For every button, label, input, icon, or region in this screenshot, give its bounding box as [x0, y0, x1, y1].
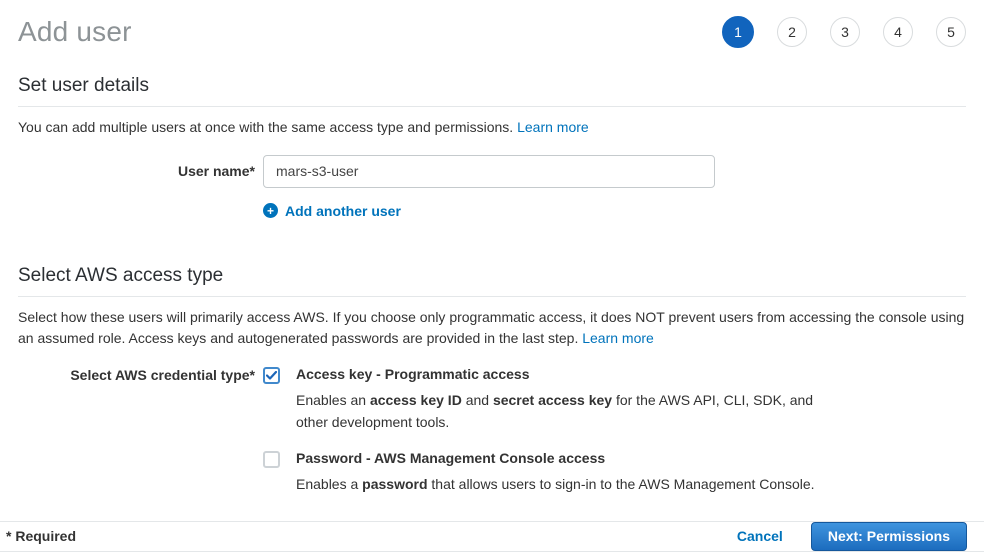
password-desc-part: that allows users to sign-in to the AWS … [428, 476, 815, 492]
access-type-heading: Select AWS access type [18, 265, 966, 297]
plus-circle-icon: + [263, 203, 278, 218]
page-content: Set user details You can add multiple us… [0, 49, 984, 495]
page-footer: * Required Cancel Next: Permissions [0, 521, 984, 552]
option-password: Password - AWS Management Console access… [263, 450, 836, 495]
cancel-button[interactable]: Cancel [737, 528, 783, 544]
step-5-number: 5 [947, 24, 955, 40]
access-key-checkbox[interactable] [263, 367, 280, 384]
page-title: Add user [18, 16, 132, 48]
access-key-desc-part: and [462, 392, 493, 408]
step-5: 5 [936, 17, 966, 47]
step-2: 2 [777, 17, 807, 47]
credential-type-label: Select AWS credential type* [18, 366, 263, 383]
step-2-number: 2 [788, 24, 796, 40]
user-details-intro-text: You can add multiple users at once with … [18, 119, 513, 135]
step-1: 1 [722, 16, 754, 48]
credential-type-row: Select AWS credential type* Access key -… [18, 366, 966, 495]
username-label: User name* [18, 155, 263, 179]
option-access-key: Access key - Programmatic access Enables… [263, 366, 836, 433]
password-description: Enables a password that allows users to … [296, 473, 815, 495]
password-desc-part: Enables a [296, 476, 362, 492]
add-user-page: Add user 1 2 3 4 5 Set user details You … [0, 0, 984, 556]
access-key-desc-bold: access key ID [370, 392, 462, 408]
page-header: Add user 1 2 3 4 5 [0, 0, 984, 49]
access-key-desc-part: Enables an [296, 392, 370, 408]
password-option-body: Password - AWS Management Console access… [296, 450, 815, 495]
step-3: 3 [830, 17, 860, 47]
credential-options: Access key - Programmatic access Enables… [263, 366, 836, 495]
access-key-description: Enables an access key ID and secret acce… [296, 389, 836, 433]
access-type-learn-more-link[interactable]: Learn more [582, 330, 654, 346]
password-desc-bold: password [362, 476, 427, 492]
step-4: 4 [883, 17, 913, 47]
step-4-number: 4 [894, 24, 902, 40]
next-permissions-button[interactable]: Next: Permissions [811, 522, 967, 551]
access-type-intro-text: Select how these users will primarily ac… [18, 309, 964, 346]
user-details-learn-more-link[interactable]: Learn more [517, 119, 589, 135]
step-indicator: 1 2 3 4 5 [722, 16, 966, 48]
step-1-number: 1 [734, 24, 742, 40]
section-user-details: Set user details You can add multiple us… [18, 75, 966, 219]
add-another-user-button[interactable]: + Add another user [263, 203, 401, 219]
access-key-title: Access key - Programmatic access [296, 366, 836, 383]
user-details-intro: You can add multiple users at once with … [18, 117, 966, 138]
access-type-intro: Select how these users will primarily ac… [18, 307, 966, 349]
footer-strip [0, 552, 984, 556]
required-note: * Required [6, 528, 76, 544]
section-access-type: Select AWS access type Select how these … [18, 265, 966, 495]
access-key-option-body: Access key - Programmatic access Enables… [296, 366, 836, 433]
password-title: Password - AWS Management Console access [296, 450, 815, 467]
add-another-user-label: Add another user [285, 203, 401, 219]
username-input[interactable] [263, 155, 715, 188]
password-checkbox[interactable] [263, 451, 280, 468]
step-3-number: 3 [841, 24, 849, 40]
access-key-desc-bold: secret access key [493, 392, 612, 408]
username-row: User name* [18, 155, 966, 188]
user-details-heading: Set user details [18, 75, 966, 107]
footer-actions: Cancel Next: Permissions [737, 522, 967, 551]
